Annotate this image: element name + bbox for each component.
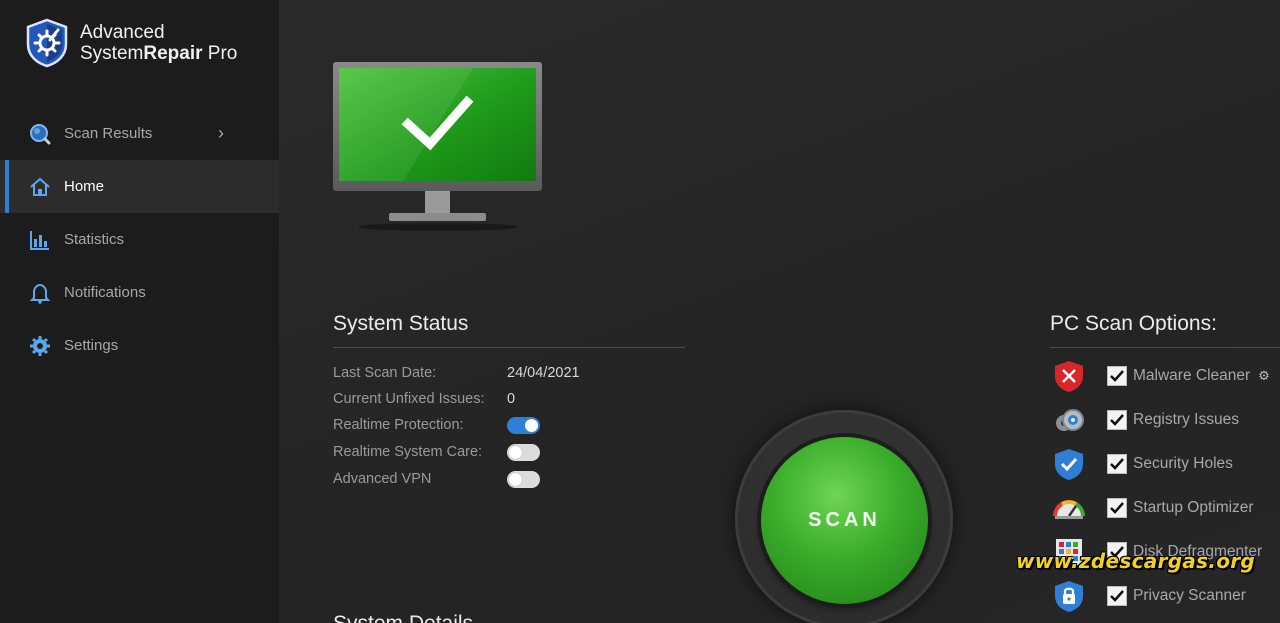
- sidebar-item-label: Scan Results: [64, 125, 153, 142]
- scan-option-security-holes: Security Holes: [1050, 446, 1280, 482]
- status-label-realtime-protection: Realtime Protection:: [333, 417, 464, 433]
- sidebar-item-scan-results[interactable]: Scan Results ›: [0, 107, 279, 160]
- sidebar-item-label: Statistics: [64, 231, 125, 248]
- status-value-last-scan: 24/04/2021: [507, 365, 580, 381]
- divider: [1050, 347, 1280, 348]
- status-value-unfixed-issues: 0: [507, 391, 516, 407]
- security-holes-checkbox[interactable]: [1107, 454, 1127, 474]
- startup-optimizer-checkbox[interactable]: [1107, 498, 1127, 518]
- checkmark-icon: [1110, 502, 1124, 514]
- bell-icon: [29, 282, 51, 304]
- sidebar-item-label: Settings: [64, 337, 119, 354]
- status-label-realtime-system-care: Realtime System Care:: [333, 444, 483, 460]
- scan-option-label: Security Holes: [1133, 455, 1233, 472]
- scan-option-startup-optimizer: Startup Optimizer: [1050, 490, 1280, 526]
- bar-chart-icon: [29, 229, 51, 251]
- system-status-title: System Status: [333, 312, 469, 335]
- app-title-line2: SystemRepair Pro: [80, 43, 238, 64]
- status-label-last-scan: Last Scan Date:: [333, 365, 437, 381]
- scan-options-title: PC Scan Options:: [1050, 312, 1217, 335]
- shield-x-icon: [1050, 358, 1088, 394]
- scan-button[interactable]: SCAN: [761, 437, 928, 604]
- shield-check-icon: [1050, 446, 1088, 482]
- scan-option-privacy-scanner: Privacy Scanner: [1050, 578, 1280, 614]
- app-title: Advanced SystemRepair Pro: [80, 22, 237, 64]
- checkmark-icon: [1110, 590, 1124, 602]
- toggle-knob: [525, 419, 538, 432]
- advanced-vpn-toggle[interactable]: [507, 471, 540, 488]
- app-title-line1: Advanced: [80, 22, 165, 43]
- settings-gear-icon[interactable]: ⚙: [1258, 368, 1270, 384]
- main-panel: System Status Last Scan Date: 24/04/2021…: [279, 0, 1280, 623]
- status-label-unfixed-issues: Current Unfixed Issues:: [333, 391, 485, 407]
- gear-icon: [29, 335, 51, 357]
- sidebar-item-label: Home: [64, 178, 105, 195]
- speedometer-icon: [1050, 490, 1088, 526]
- sidebar-item-label: Notifications: [64, 284, 146, 301]
- registry-issues-checkbox[interactable]: [1107, 410, 1127, 430]
- scan-option-malware-cleaner: Malware Cleaner ⚙: [1050, 358, 1280, 394]
- scan-option-label: Privacy Scanner: [1133, 587, 1246, 604]
- divider: [333, 347, 685, 348]
- system-details-title: System Details: [333, 612, 473, 623]
- sidebar-item-notifications[interactable]: Notifications: [0, 266, 279, 319]
- scan-option-label: Malware Cleaner: [1133, 367, 1251, 384]
- cogs-icon: [1050, 402, 1088, 438]
- sidebar: Advanced SystemRepair Pro Scan Results ›…: [0, 0, 279, 623]
- app-brand: Advanced SystemRepair Pro: [25, 18, 237, 68]
- monitor-status-icon: [333, 62, 542, 231]
- scan-option-label: Registry Issues: [1133, 411, 1239, 428]
- sidebar-nav: Scan Results › Home Statistics Notificat…: [0, 107, 279, 372]
- scan-option-label: Startup Optimizer: [1133, 499, 1254, 516]
- home-icon: [29, 176, 51, 198]
- app-logo-icon: [26, 18, 68, 68]
- checkmark-icon: [1110, 370, 1124, 382]
- status-label-advanced-vpn: Advanced VPN: [333, 471, 432, 487]
- scan-option-registry-issues: Registry Issues: [1050, 402, 1280, 438]
- toggle-knob: [509, 473, 522, 486]
- malware-cleaner-checkbox[interactable]: [1107, 366, 1127, 386]
- magnifier-icon: [29, 123, 51, 145]
- toggle-knob: [509, 446, 522, 459]
- chevron-right-icon: ›: [218, 123, 224, 143]
- sidebar-item-home[interactable]: Home: [0, 160, 279, 213]
- sidebar-item-settings[interactable]: Settings: [0, 319, 279, 372]
- sidebar-item-statistics[interactable]: Statistics: [0, 213, 279, 266]
- watermark-text: www.zdescargas.org: [1016, 549, 1256, 573]
- realtime-protection-toggle[interactable]: [507, 417, 540, 434]
- shield-lock-icon: [1050, 578, 1088, 614]
- realtime-system-care-toggle[interactable]: [507, 444, 540, 461]
- checkmark-icon: [1110, 414, 1124, 426]
- privacy-scanner-checkbox[interactable]: [1107, 586, 1127, 606]
- checkmark-icon: [1110, 458, 1124, 470]
